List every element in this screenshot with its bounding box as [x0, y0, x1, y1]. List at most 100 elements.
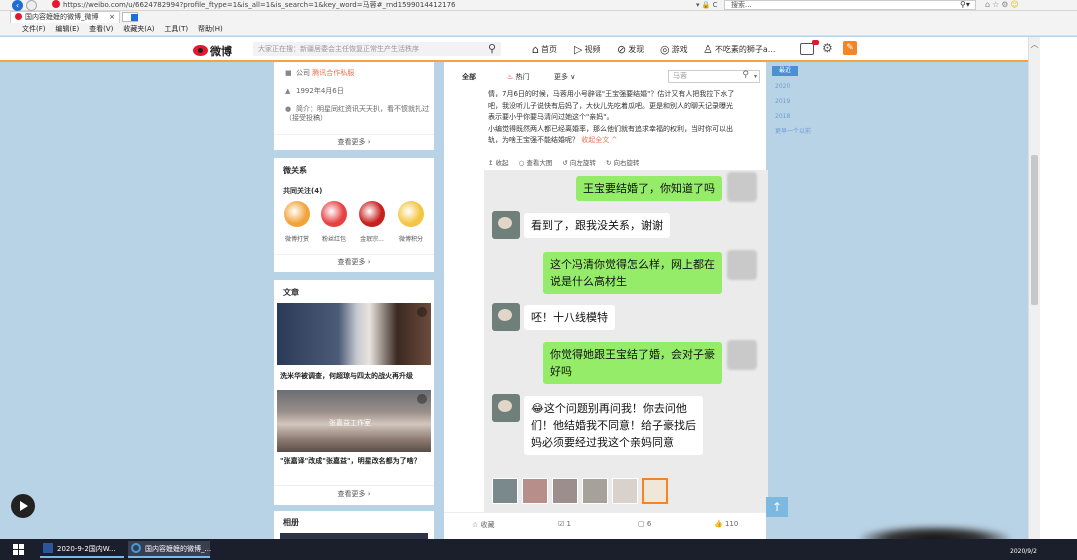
image-thumbnail[interactable]: [552, 478, 578, 504]
article-title[interactable]: "张嘉译"改成"张嘉益"，明星改名都为了啥？: [280, 456, 430, 466]
article-image-caption: 张嘉益工作室: [329, 419, 371, 427]
menu-file[interactable]: 文件(F): [22, 23, 46, 36]
nav-games[interactable]: ◎ 游戏: [660, 43, 688, 56]
relation-name[interactable]: 微博积分: [391, 234, 431, 243]
search-icon[interactable]: ⚲: [488, 42, 496, 56]
weibo-search-input[interactable]: 大家正在搜：新疆居委会主任恢复正常生产生活秩序: [253, 42, 501, 56]
articles-see-more[interactable]: 查看更多 ›: [274, 485, 434, 502]
gamepad-icon: ◎: [660, 43, 670, 56]
back-button[interactable]: ‹: [12, 0, 23, 11]
article-image[interactable]: [277, 303, 431, 365]
chevron-down-icon[interactable]: ▾: [754, 71, 757, 82]
chat-screenshot[interactable]: 王宝要结婚了，你知道了吗 看到了，跟我没关系，谢谢 这个冯清你觉得怎么样，网上都…: [484, 170, 768, 512]
post-line: 小编觉得既然两人都已经离婚率，那么他们就有追求幸福的权利，当时你可以出: [488, 124, 733, 133]
image-actions: ↥ 收起 ○ 查看大图 ↺ 向左旋转 ↻ 向右旋转: [488, 157, 760, 167]
weibo-logo-icon: [193, 45, 208, 56]
menu-help[interactable]: 帮助(H): [198, 23, 223, 36]
weibo-top-nav: 微博 大家正在搜：新疆居委会主任恢复正常生产生活秩序 ⚲ ⌂ 首页 ▷ 视频 ⊘ 发现…: [0, 37, 1040, 62]
chat-bubble-other: 看到了，跟我没关系，谢谢: [524, 213, 670, 238]
menu-view[interactable]: 查看(V): [89, 23, 113, 36]
forward-button[interactable]: [26, 0, 37, 11]
article-image[interactable]: 张嘉益工作室: [277, 390, 431, 452]
info-icon: ●: [285, 105, 292, 113]
nav-profile[interactable]: ♙ 不吃素的狮子a...: [703, 43, 775, 56]
page-scrollbar[interactable]: ︿: [1028, 37, 1040, 539]
rotate-left-button[interactable]: ↺ 向左旋转: [562, 159, 596, 167]
url-field[interactable]: https://weibo.com/u/6624782994?profile_f…: [52, 0, 712, 10]
search-icon[interactable]: ⚲: [742, 70, 749, 81]
album-title: 相册: [283, 518, 299, 527]
browser-menu-bar: 文件(F) 编辑(E) 查看(V) 收藏夹(A) 工具(T) 帮助(H): [0, 23, 1077, 36]
avatar: [727, 172, 757, 202]
relation-avatar-1[interactable]: [321, 201, 347, 227]
timeline-current[interactable]: 最近: [772, 66, 798, 76]
chat-bubble-other: 😂这个问题别再问我！你去问他 们！他结婚我不同意！给子豪找后 妈必须要经过我这个亲妈…: [524, 396, 703, 455]
nav-video[interactable]: ▷ 视频: [574, 43, 600, 56]
image-thumbnail[interactable]: [492, 478, 518, 504]
browser-search-input[interactable]: 搜索...: [724, 0, 976, 10]
repost-button[interactable]: ☑ 1: [558, 520, 571, 528]
tab-hot[interactable]: ♨ 热门: [507, 72, 530, 82]
compass-icon: ⊘: [617, 43, 627, 56]
image-thumbnail[interactable]: [582, 478, 608, 504]
relation-avatar-3[interactable]: [398, 201, 424, 227]
timeline-earlier[interactable]: 更早一个以前: [775, 126, 811, 135]
timeline-year[interactable]: 2020: [775, 83, 790, 90]
article-title[interactable]: 洗米华被调查，何超琼与四太的战火再升级: [280, 371, 430, 381]
image-thumbnail[interactable]: [522, 478, 548, 504]
window-margin: [1040, 37, 1077, 539]
timeline-year[interactable]: 2019: [775, 98, 790, 105]
view-large-button[interactable]: ○ 查看大图: [519, 159, 553, 167]
search-icon[interactable]: ⚲▾: [960, 0, 970, 10]
avatar: [492, 394, 520, 422]
rotate-right-button[interactable]: ↻ 向右旋转: [606, 159, 640, 167]
menu-tools[interactable]: 工具(T): [164, 23, 188, 36]
briefcase-icon: ■: [285, 69, 292, 77]
smiley-icon[interactable]: ☺: [1010, 0, 1020, 9]
browser-tab[interactable]: 国内容嬷嬷的微博_微博 ×: [10, 11, 120, 23]
relation-avatar-2[interactable]: [359, 201, 385, 227]
tray-date: 2020/9/2: [1010, 548, 1037, 555]
image-thumbnail-selected[interactable]: [642, 478, 668, 504]
message-icon[interactable]: [800, 40, 819, 55]
profile-see-more[interactable]: 查看更多 ›: [274, 134, 434, 149]
timeline-year[interactable]: 2018: [775, 113, 790, 120]
close-icon[interactable]: ×: [109, 12, 115, 23]
like-button[interactable]: 👍 110: [714, 520, 738, 528]
company-link[interactable]: 腾讯合作私服: [312, 69, 354, 77]
compose-icon[interactable]: ✎: [843, 41, 857, 55]
gear-icon[interactable]: ⚙: [822, 41, 833, 55]
tab-more[interactable]: 更多 ∨: [554, 72, 575, 82]
windows-start-icon[interactable]: [13, 544, 25, 556]
browser-address-bar: ‹ https://weibo.com/u/6624782994?profile…: [0, 0, 1077, 11]
collapse-button[interactable]: ↥ 收起: [488, 159, 509, 167]
scroll-thumb[interactable]: [1031, 155, 1038, 305]
feed-search-input[interactable]: 马蓉 ⚲ ▾: [668, 70, 760, 83]
address-tools[interactable]: ▾ 🔒 C: [696, 0, 718, 10]
comment-button[interactable]: ▢ 6: [638, 520, 651, 528]
taskbar-ie-app[interactable]: 国内容嬷嬷的微博_...: [128, 541, 211, 558]
new-tab-button[interactable]: [122, 12, 138, 22]
relations-see-more[interactable]: 查看更多 ›: [274, 254, 434, 269]
nav-discover[interactable]: ⊘ 发现: [617, 43, 644, 56]
nav-home[interactable]: ⌂ 首页: [532, 43, 557, 56]
chevron-up-icon[interactable]: ︿: [1029, 39, 1040, 50]
post-line: 表示要小乎你要马清问过她这个"亲妈"。: [488, 113, 614, 121]
browser-tab-bar: 国内容嬷嬷的微博_微博 ×: [0, 11, 1077, 23]
favorite-button[interactable]: ☆ 收藏: [472, 520, 495, 530]
url-text: https://weibo.com/u/6624782994?profile_f…: [63, 1, 456, 9]
relation-name[interactable]: 金珉宗...: [352, 234, 392, 243]
relation-avatar-0[interactable]: [284, 201, 310, 227]
play-icon[interactable]: [11, 494, 35, 518]
tab-all[interactable]: 全部: [462, 72, 476, 82]
back-to-top-button[interactable]: ↑: [766, 497, 788, 517]
image-thumbnail[interactable]: [612, 478, 638, 504]
menu-edit[interactable]: 编辑(E): [55, 23, 79, 36]
collapse-link[interactable]: 收起全文 ^: [581, 136, 617, 144]
star-icon[interactable]: ☆: [992, 0, 1001, 9]
relation-name[interactable]: 粉丝红包: [314, 234, 354, 243]
taskbar-word-app[interactable]: 2020-9-2国内W...: [40, 541, 124, 558]
menu-favorites[interactable]: 收藏夹(A): [123, 23, 154, 36]
relation-name[interactable]: 微博打赏: [277, 234, 317, 243]
weibo-logo[interactable]: 微博: [193, 43, 232, 59]
